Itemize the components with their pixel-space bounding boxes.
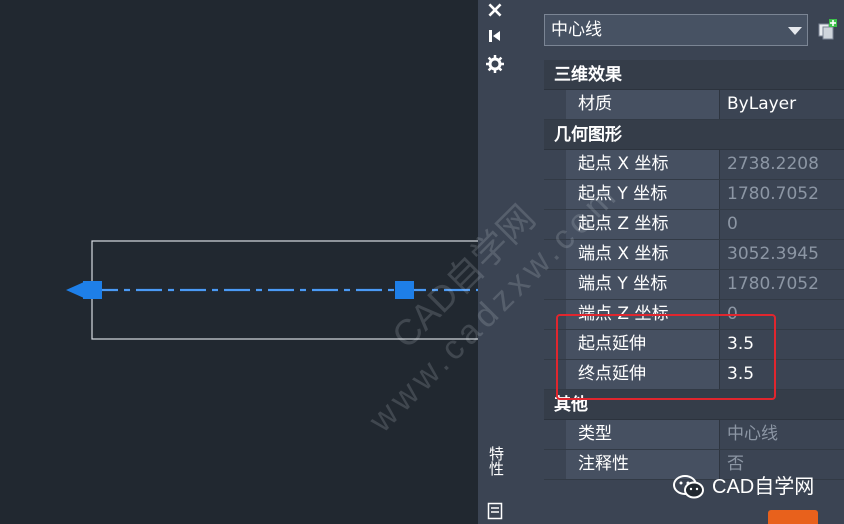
section-geometry[interactable]: 几何图形 [544, 120, 844, 150]
object-type-value: 中心线 [551, 20, 602, 40]
section-3d-effects[interactable]: 三维效果 [544, 60, 844, 90]
corner-logo [768, 510, 818, 524]
section-title: 三维效果 [554, 65, 622, 85]
canvas-drawing [66, 240, 478, 340]
property-row-start-x[interactable]: 起点 X 坐标 2738.2208 [544, 150, 844, 180]
property-key: 端点 X 坐标 [566, 240, 720, 269]
property-value[interactable]: 0 [721, 210, 844, 239]
highlight-box [556, 314, 776, 400]
auto-hide-glyph [489, 30, 500, 42]
wechat-badge: CAD自学网 [672, 470, 822, 504]
palette-menu-glyph [487, 502, 503, 520]
property-row-type[interactable]: 类型 中心线 [544, 420, 844, 450]
wechat-icon [673, 475, 704, 499]
properties-grid: 三维效果 材质 ByLayer 几何图形 起点 X 坐标 2738.2208 起… [544, 60, 844, 480]
property-key: 材质 [566, 90, 720, 119]
property-key: 起点 X 坐标 [566, 150, 720, 179]
palette-title: 特性 [487, 446, 505, 476]
auto-hide-icon[interactable] [478, 28, 512, 44]
drawing-canvas[interactable] [0, 0, 478, 524]
property-row-start-z[interactable]: 起点 Z 坐标 0 [544, 210, 844, 240]
close-icon[interactable]: × [478, 0, 512, 23]
gear-glyph [486, 55, 504, 73]
property-value[interactable]: 1780.7052 [721, 270, 844, 299]
property-row-end-x[interactable]: 端点 X 坐标 3052.3945 [544, 240, 844, 270]
mid-grip[interactable] [395, 281, 414, 299]
object-type-dropdown[interactable]: 中心线 [544, 14, 808, 46]
extend-grip-arrow[interactable] [66, 282, 84, 298]
section-title: 几何图形 [554, 125, 622, 145]
property-row-start-y[interactable]: 起点 Y 坐标 1780.7052 [544, 180, 844, 210]
property-row-end-y[interactable]: 端点 Y 坐标 1780.7052 [544, 270, 844, 300]
gear-icon[interactable] [478, 55, 512, 73]
property-value[interactable]: 3052.3945 [721, 240, 844, 269]
property-value[interactable]: ByLayer [721, 90, 844, 119]
property-value[interactable]: 2738.2208 [721, 150, 844, 179]
property-row-material[interactable]: 材质 ByLayer [544, 90, 844, 120]
badge-text: CAD自学网 [712, 476, 815, 498]
quick-select-icon[interactable] [818, 18, 838, 40]
chevron-down-icon [788, 27, 802, 35]
end-grip[interactable] [83, 281, 102, 299]
property-value[interactable]: 1780.7052 [721, 180, 844, 209]
property-key: 起点 Z 坐标 [566, 210, 720, 239]
quick-select-glyph [818, 19, 837, 40]
property-key: 类型 [566, 420, 720, 449]
property-key: 起点 Y 坐标 [566, 180, 720, 209]
property-key: 端点 Y 坐标 [566, 270, 720, 299]
palette-menu-icon[interactable] [478, 502, 512, 520]
property-value[interactable]: 中心线 [721, 420, 844, 449]
